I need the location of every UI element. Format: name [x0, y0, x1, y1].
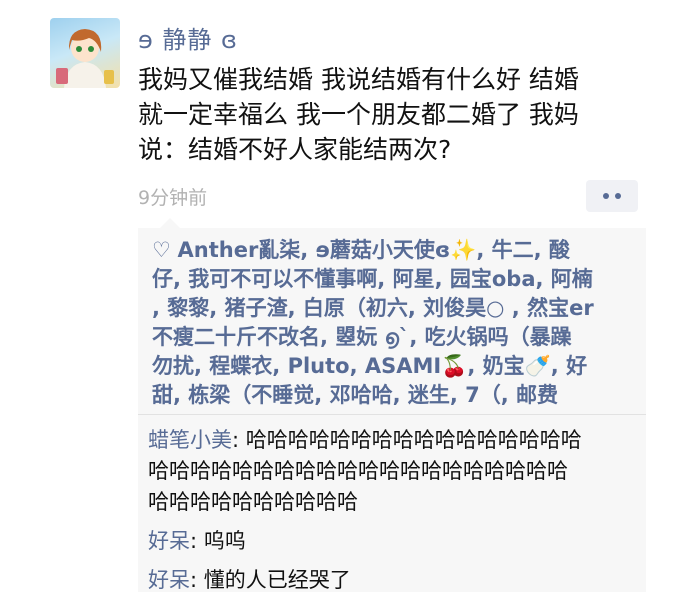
likes-line[interactable]: 甜, 栋梁（不睡觉, 邓哈哈, 迷生, 7（, 邮费: [152, 381, 636, 410]
likes-line[interactable]: 仔, 我可不可以不懂事啊, 阿星, 园宝oba, 阿楠: [152, 265, 636, 294]
comment-author[interactable]: 蜡笔小美: [148, 428, 232, 452]
likes-line[interactable]: 不瘦二十斤不改名, 曌妧 ൭`, 吃火锅吗（暴躁: [152, 323, 636, 352]
comment[interactable]: 好呆: 呜呜: [148, 526, 636, 557]
likes-line: ♡ Anther亂柒, ɘ蘑菇小天使ɞ✨, 牛二, 酸: [152, 236, 636, 265]
more-actions-button[interactable]: [586, 180, 638, 212]
comment-text: : 哈哈哈哈哈哈哈哈哈哈哈哈哈哈哈哈: [232, 428, 582, 452]
post-time: 9分钟前: [138, 187, 208, 209]
comment-text: : 呜呜: [190, 529, 246, 553]
heart-outline-icon: ♡: [152, 238, 178, 262]
comment-author[interactable]: 好呆: [148, 568, 190, 592]
likes-list: ♡ Anther亂柒, ɘ蘑菇小天使ɞ✨, 牛二, 酸 仔, 我可不可以不懂事啊…: [138, 228, 646, 414]
post-text-line: 说：结婚不好人家能结两次?: [138, 135, 452, 164]
comment-text: : 懂的人已经哭了: [190, 568, 351, 592]
likes-line[interactable]: , 黎黎, 猪子渣, 白原（初六, 刘俊昊○ , 然宝er: [152, 294, 636, 323]
comment[interactable]: 好呆: 懂的人已经哭了: [148, 565, 636, 596]
comment-line: 蜡笔小美: 哈哈哈哈哈哈哈哈哈哈哈哈哈哈哈哈: [148, 425, 636, 456]
comment-line: 哈哈哈哈哈哈哈哈哈哈: [148, 490, 358, 514]
post-text: 我妈又催我结婚 我说结婚有什么好 结婚 就一定幸福么 我一个朋友都二婚了 我妈 …: [138, 62, 658, 167]
feedback-panel: ♡ Anther亂柒, ɘ蘑菇小天使ɞ✨, 牛二, 酸 仔, 我可不可以不懂事啊…: [138, 218, 646, 592]
likes-line[interactable]: 勿扰, 程蝶衣, Pluto, ASAMI🍒, 奶宝🍼, 好: [152, 352, 636, 381]
comment-line: 好呆: 呜呜: [148, 526, 636, 557]
comment[interactable]: 蜡笔小美: 哈哈哈哈哈哈哈哈哈哈哈哈哈哈哈哈 哈哈哈哈哈哈哈哈哈哈哈哈哈哈哈哈哈…: [148, 425, 636, 518]
post-text-line: 就一定幸福么 我一个朋友都二婚了 我妈: [138, 100, 579, 129]
dot-icon: [603, 193, 609, 199]
comment-line: 好呆: 懂的人已经哭了: [148, 565, 636, 596]
comment-line: 哈哈哈哈哈哈哈哈哈哈哈哈哈哈哈哈哈哈哈哈: [148, 459, 568, 483]
likes-names[interactable]: Anther亂柒, ɘ蘑菇小天使ɞ✨, 牛二, 酸: [178, 238, 570, 262]
comments-list: 蜡笔小美: 哈哈哈哈哈哈哈哈哈哈哈哈哈哈哈哈 哈哈哈哈哈哈哈哈哈哈哈哈哈哈哈哈哈…: [138, 415, 646, 596]
dot-icon: [615, 193, 621, 199]
avatar[interactable]: [50, 18, 120, 88]
post-author-name[interactable]: ɘ 静静 ɞ: [138, 20, 238, 55]
post-text-line: 我妈又催我结婚 我说结婚有什么好 结婚: [138, 65, 579, 94]
comment-author[interactable]: 好呆: [148, 529, 190, 553]
